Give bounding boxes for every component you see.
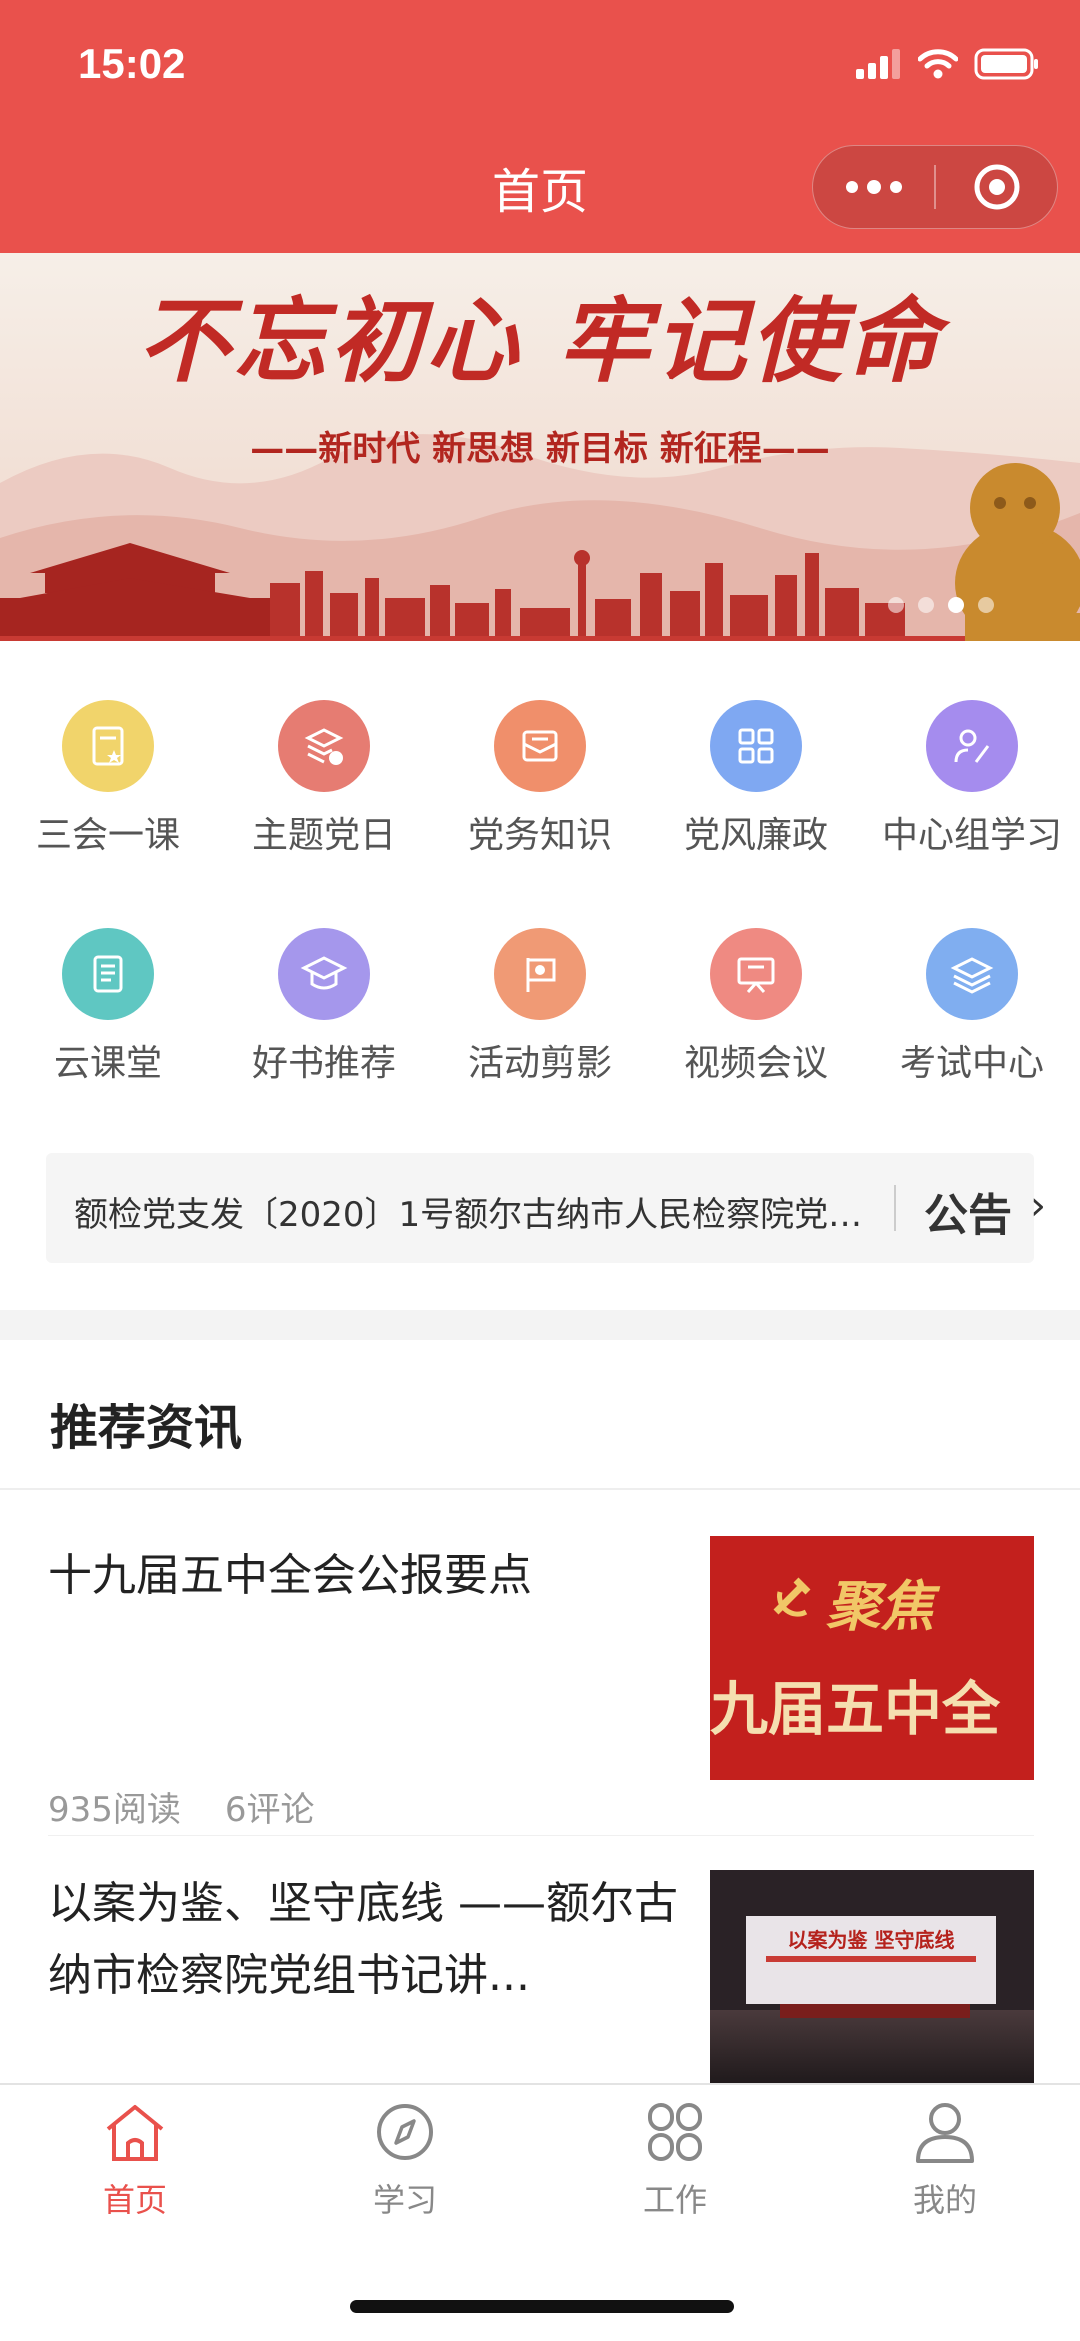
status-time: 15:02 <box>78 40 186 87</box>
grid-icon-bg <box>710 928 802 1020</box>
tab-mine[interactable]: 我的 <box>810 2099 1080 2221</box>
news-item[interactable]: 以案为鉴、坚守底线 ——额尔古纳市检察院党组书记讲... 以案为鉴 坚守底线 <box>0 1868 1080 2083</box>
person-edit-icon <box>954 729 990 763</box>
banner-subtitle: ——新时代 新思想 新目标 新征程—— <box>250 429 830 469</box>
grid-icon-bg <box>494 700 586 792</box>
grid-icon-bg <box>278 700 370 792</box>
thumb-screen: 以案为鉴 坚守底线 <box>746 1916 996 2004</box>
compass-icon <box>377 2104 433 2160</box>
grid-label: 好书推荐 <box>251 1043 396 1084</box>
news-comments: 6评论 <box>224 1790 315 1830</box>
grid-label: 党务知识 <box>467 815 612 856</box>
chevron-right-icon[interactable]: › <box>1030 1183 1046 1229</box>
notice-divider <box>894 1185 896 1231</box>
status-icons <box>856 48 1040 80</box>
home-indicator <box>350 2300 734 2313</box>
top-bar: 15:02 首页 <box>0 0 1080 253</box>
wifi-icon <box>918 49 958 79</box>
news-reads: 935阅读 <box>48 1790 181 1830</box>
news-thumbnail[interactable]: 以案为鉴 坚守底线 <box>710 1870 1034 2083</box>
grid-item-zhongxinzu[interactable]: 中心组学习 <box>864 700 1080 858</box>
grid-icon-bg <box>278 928 370 1020</box>
more-button[interactable] <box>813 146 934 228</box>
presentation-icon <box>737 957 775 993</box>
tab-label: 工作 <box>642 2181 707 2219</box>
notice-label[interactable]: 公告 <box>924 1179 1012 1243</box>
grid-label: 党风廉政 <box>683 815 828 856</box>
document-star-icon <box>92 726 124 766</box>
graduation-cap-icon <box>300 956 348 990</box>
thumb-text: 九届五中全 <box>710 1675 1001 1743</box>
user-icon <box>916 2103 974 2163</box>
news-title[interactable]: 以案为鉴、坚守底线 ——额尔古纳市检察院党组书记讲... <box>48 1868 688 2012</box>
grid-icon-bg <box>494 928 586 1020</box>
thumb-desk <box>780 2004 970 2018</box>
apps-icon <box>648 2103 702 2161</box>
recommend-section-header: 推荐资讯 <box>0 1340 1080 1490</box>
envelope-icon <box>522 730 558 762</box>
layers-icon <box>950 957 994 994</box>
grid-item-sanhui[interactable]: 三会一课 <box>0 700 216 858</box>
news-thumbnail[interactable]: 聚焦 九届五中全 <box>710 1536 1034 1780</box>
tab-study[interactable]: 学习 <box>270 2099 540 2221</box>
grid-item-shipin[interactable]: 视频会议 <box>648 928 864 1086</box>
home-icon <box>106 2105 164 2161</box>
grid-icon <box>738 728 774 764</box>
grid-icon-bg <box>926 700 1018 792</box>
grid-label: 考试中心 <box>899 1043 1044 1084</box>
grid-icon-bg <box>62 700 154 792</box>
miniprogram-capsule <box>812 145 1058 229</box>
thumb-text: 以案为鉴 坚守底线 <box>787 1928 955 1952</box>
battery-icon <box>974 48 1038 80</box>
thumb-text: 聚焦 <box>826 1574 934 1638</box>
target-icon <box>974 164 1019 210</box>
section-title: 推荐资讯 <box>50 1400 243 1456</box>
carousel-dot <box>888 597 904 613</box>
grid-item-huodong[interactable]: 活动剪影 <box>432 928 648 1086</box>
grid-label: 云课堂 <box>53 1043 162 1084</box>
news-item[interactable]: 十九届五中全会公报要点 935阅读 6评论 聚焦 九届五中全 <box>0 1530 1080 1840</box>
grid-item-yunketang[interactable]: 云课堂 <box>0 928 216 1086</box>
tab-work[interactable]: 工作 <box>540 2099 810 2221</box>
party-books-icon <box>304 728 344 765</box>
close-miniprogram-button[interactable] <box>936 146 1057 228</box>
tab-label: 首页 <box>102 2181 167 2219</box>
grid-icon-bg <box>710 700 802 792</box>
carousel-dot-active <box>948 597 964 613</box>
grid-label: 视频会议 <box>683 1043 828 1084</box>
tab-label: 学习 <box>372 2181 437 2219</box>
flag-icon <box>526 958 556 992</box>
grid-item-haoshu[interactable]: 好书推荐 <box>216 928 432 1086</box>
banner-slogan: 不忘初心 牢记使命 <box>137 287 943 395</box>
grid-item-zhuti[interactable]: 主题党日 <box>216 700 432 858</box>
news-divider <box>48 1835 1034 1836</box>
tab-label: 我的 <box>912 2181 977 2219</box>
notice-bar[interactable]: 额检党支发〔2020〕1号额尔古纳市人民检察院党组关于... 公告 › <box>46 1153 1046 1263</box>
carousel-dot <box>978 597 994 613</box>
section-gap <box>0 1310 1080 1340</box>
grid-item-dangfeng[interactable]: 党风廉政 <box>648 700 864 858</box>
grid-item-kaoshi[interactable]: 考试中心 <box>864 928 1080 1086</box>
thumb-stripe <box>766 1956 976 1962</box>
grid-icon-bg <box>926 928 1018 1020</box>
hammer-sickle-icon <box>773 1577 811 1617</box>
notice-text[interactable]: 额检党支发〔2020〕1号额尔古纳市人民检察院党组关于... <box>74 1187 864 1236</box>
tab-home[interactable]: 首页 <box>0 2099 270 2221</box>
grid-label: 三会一课 <box>35 815 180 856</box>
document-list-icon <box>93 955 123 993</box>
carousel-dot <box>918 597 934 613</box>
signal-icon <box>856 49 900 79</box>
banner-carousel[interactable]: 不忘初心 牢记使命 ——新时代 新思想 新目标 新征程—— <box>0 253 1080 641</box>
grid-label: 主题党日 <box>251 815 396 856</box>
grid-label: 中心组学习 <box>881 815 1062 856</box>
carousel-dots <box>888 597 994 613</box>
grid-label: 活动剪影 <box>467 1043 612 1084</box>
news-title[interactable]: 十九届五中全会公报要点 <box>48 1540 688 1612</box>
thumb-audience <box>710 2010 1034 2083</box>
grid-item-dangwu[interactable]: 党务知识 <box>432 700 648 858</box>
more-dots-icon <box>845 180 902 194</box>
news-meta: 935阅读 6评论 <box>48 1782 359 1831</box>
grid-icon-bg <box>62 928 154 1020</box>
